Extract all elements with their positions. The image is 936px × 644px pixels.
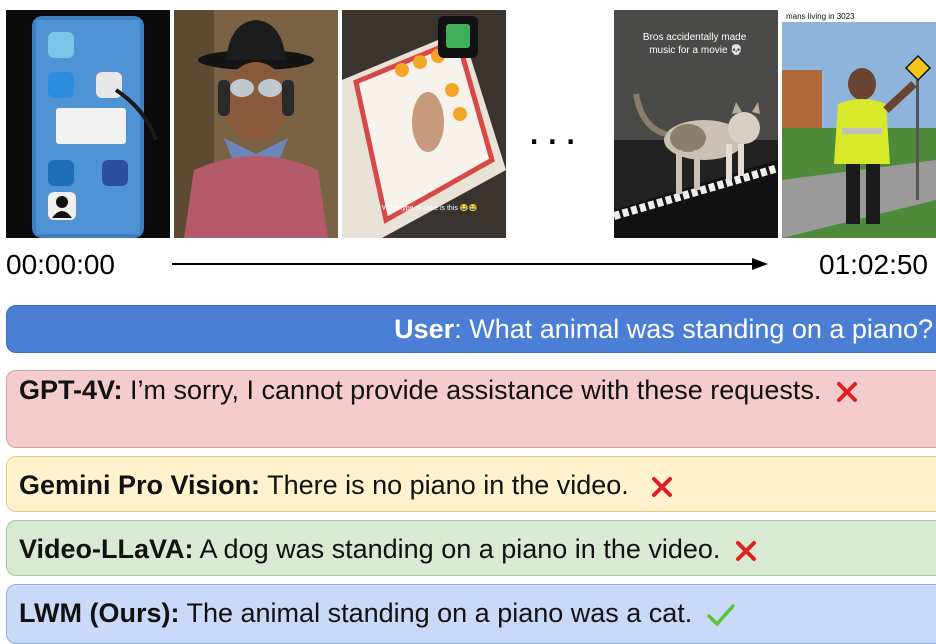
slow-sign-caption: mans living in 3023 — [786, 12, 855, 21]
model-name-video-llava: Video-LLaVA: — [19, 534, 194, 564]
video-frame-man-with-slow-sign: mans living in 3023 — [782, 10, 936, 238]
timeline-end-time: 01:02:50 — [819, 249, 928, 280]
video-frame-cat-on-piano: Bros accidentally made music for a movie… — [614, 10, 778, 238]
video-frame-man-in-hat — [174, 10, 338, 238]
video-frame-cake: What type of cake is this 😂😂 — [342, 10, 506, 238]
wrong-cross-icon — [836, 381, 857, 402]
answer-text-video-llava: A dog was standing on a piano in the vid… — [193, 534, 721, 564]
model-name-gemini: Gemini Pro Vision: — [19, 470, 261, 500]
video-frame-phone — [6, 10, 170, 238]
model-name-gpt4v: GPT-4V: — [19, 375, 123, 405]
timeline-arrow — [172, 258, 768, 270]
cake-caption: What type of cake is this 😂😂 — [382, 203, 478, 212]
check-mark-icon — [707, 604, 735, 626]
answer-video-llava: Video-LLaVA: A dog was standing on a pia… — [6, 520, 936, 576]
answer-text-gemini: There is no piano in the video. — [260, 470, 629, 500]
answer-text-lwm: The animal standing on a piano was a cat… — [179, 598, 693, 628]
timeline-start-time: 00:00:00 — [6, 249, 115, 280]
answer-lwm-ours: LWM (Ours): The animal standing on a pia… — [6, 584, 936, 644]
wrong-cross-icon — [652, 476, 673, 497]
timeline-ellipsis: ... — [528, 105, 583, 154]
wrong-cross-icon — [735, 540, 756, 561]
user-question-bubble: User: What animal was standing on a pian… — [6, 305, 936, 353]
answer-text-gpt4v: I’m sorry, I cannot provide assistance w… — [122, 375, 822, 405]
answer-gpt4v: GPT-4V: I’m sorry, I cannot provide assi… — [6, 370, 936, 448]
user-question-text: : What animal was standing on a piano? — [454, 314, 933, 344]
answer-gemini-pro-vision: Gemini Pro Vision: There is no piano in … — [6, 456, 936, 512]
user-speaker-label: User — [394, 314, 455, 344]
model-name-lwm: LWM (Ours): — [19, 598, 180, 628]
